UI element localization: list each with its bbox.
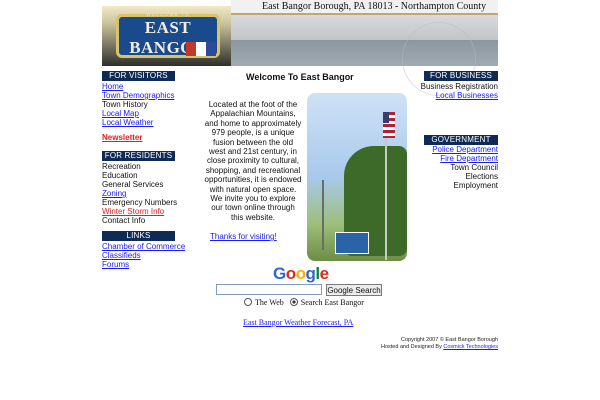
radio-search-east-bangor[interactable] [289, 298, 298, 306]
government-menu: Police Department Fire Department Town C… [404, 145, 498, 190]
links-heading: LINKS [102, 231, 175, 241]
google-search-input[interactable] [216, 284, 322, 295]
nav-town-demographics[interactable]: Town Demographics [102, 91, 174, 100]
nav-police-department[interactable]: Police Department [404, 145, 498, 154]
visitors-menu: Home Town Demographics Town History Loca… [102, 82, 174, 127]
business-menu: Business Registration Local Businesses [404, 82, 498, 100]
intro-paragraph: Located at the foot of the Appalachian M… [204, 100, 302, 222]
nav-education[interactable]: Education [102, 171, 177, 180]
nav-emergency-numbers[interactable]: Emergency Numbers [102, 198, 177, 207]
for-visitors-heading: FOR VISITORS [102, 71, 175, 81]
footer-copyright: Copyright 2007 © East Bangor Borough Hos… [358, 337, 498, 351]
nav-home[interactable]: Home [102, 82, 174, 91]
nav-local-businesses[interactable]: Local Businesses [404, 91, 498, 100]
nav-employment[interactable]: Employment [404, 181, 498, 190]
flagpole-image [385, 120, 387, 260]
designed-by-line: Hosted and Designed By Cosmick Technolog… [358, 344, 498, 351]
designed-by-text: Hosted and Designed By [381, 344, 442, 350]
google-logo: Google [273, 264, 329, 283]
radio-the-web[interactable] [244, 298, 252, 306]
nav-local-weather[interactable]: Local Weather [102, 118, 174, 127]
flag-union-icon [383, 112, 389, 123]
nav-town-council[interactable]: Town Council [404, 163, 498, 172]
weather-forecast-link[interactable]: East Bangor Weather Forecast, PA [243, 318, 353, 327]
radio-search-east-bangor-label: Search East Bangor [300, 298, 364, 307]
residents-menu: Recreation Education General Services Zo… [102, 162, 177, 225]
flags-icon [186, 42, 216, 56]
nav-fire-department[interactable]: Fire Department [404, 154, 498, 163]
for-residents-heading: FOR RESIDENTS [102, 151, 175, 161]
nav-town-history[interactable]: Town History [102, 100, 174, 109]
page-title: Welcome To East Bangor [246, 72, 354, 82]
nav-contact-info[interactable]: Contact Info [102, 216, 177, 225]
nav-forums[interactable]: Forums [102, 260, 185, 269]
nav-elections[interactable]: Elections [404, 172, 498, 181]
nav-winter-storm-info[interactable]: Winter Storm Info [102, 207, 177, 216]
newsletter-link[interactable]: Newsletter [102, 133, 142, 142]
designer-link[interactable]: Cosmick Technologies [443, 344, 498, 350]
thanks-link[interactable]: Thanks for visiting! [210, 232, 277, 241]
road-sign-image [335, 232, 369, 254]
google-search-button[interactable]: Google Search [326, 284, 382, 296]
nav-classifieds[interactable]: Classifieds [102, 251, 185, 260]
nav-local-map[interactable]: Local Map [102, 109, 174, 118]
nav-zoning[interactable]: Zoning [102, 189, 177, 198]
search-scope-options: The Web Search East Bangor [244, 298, 364, 307]
nav-general-services[interactable]: General Services [102, 180, 177, 189]
government-heading: GOVERNMENT [424, 135, 498, 145]
nav-recreation[interactable]: Recreation [102, 162, 177, 171]
utility-pole-image [322, 180, 324, 250]
header-location-text: East Bangor Borough, PA 18013 - Northamp… [262, 1, 487, 12]
links-menu: Chamber of Commerce Classifieds Forums [102, 242, 185, 269]
copyright-text: Copyright 2007 © East Bangor Borough [400, 337, 498, 343]
for-business-heading: FOR BUSINESS [424, 71, 498, 81]
nav-chamber-of-commerce[interactable]: Chamber of Commerce [102, 242, 185, 251]
nav-business-registration[interactable]: Business Registration [404, 82, 498, 91]
radio-the-web-label: The Web [255, 298, 284, 307]
